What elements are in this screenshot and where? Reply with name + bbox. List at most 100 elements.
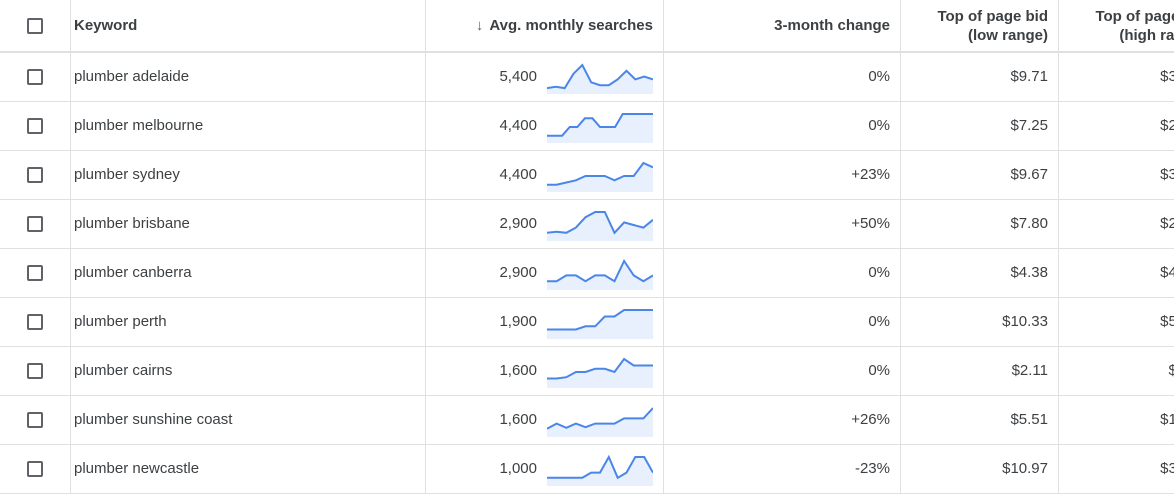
- keyword-text: plumber melbourne: [74, 117, 204, 134]
- keyword-text: plumber brisbane: [74, 215, 190, 232]
- table-row[interactable]: plumber melbourne 4,400 0% $7.25 $29.00: [0, 101, 1174, 151]
- avg-monthly-searches-value: 4,400: [499, 117, 537, 134]
- column-header-avg-monthly-searches[interactable]: ↓ Avg. monthly searches: [425, 0, 664, 53]
- bid-high-cell: $38.97: [1058, 150, 1174, 200]
- bid-high-value: $38.97: [1160, 166, 1174, 183]
- column-header-bid-low[interactable]: Top of page bid (low range): [900, 0, 1059, 53]
- table-row[interactable]: plumber cairns 1,600 0% $2.11 $6.68: [0, 346, 1174, 396]
- bid-high-value: $56.00: [1160, 313, 1174, 330]
- three-month-change-value: 0%: [868, 362, 890, 379]
- column-header-searches-label: Avg. monthly searches: [489, 17, 653, 34]
- bid-high-value: $29.00: [1160, 117, 1174, 134]
- keyword-cell: plumber cairns: [70, 346, 426, 396]
- table-row[interactable]: plumber adelaide 5,400 0% $9.71 $39.39: [0, 52, 1174, 102]
- change-cell: 0%: [663, 248, 901, 298]
- bid-low-value: $2.11: [1011, 362, 1048, 379]
- keyword-text: plumber newcastle: [74, 460, 200, 477]
- trend-sparkline[interactable]: [547, 403, 653, 437]
- bid-high-cell: $56.00: [1058, 297, 1174, 347]
- three-month-change-value: 0%: [868, 264, 890, 281]
- table-row[interactable]: plumber canberra 2,900 0% $4.38 $44.30: [0, 248, 1174, 298]
- sparkline-svg: [547, 258, 653, 290]
- table-row[interactable]: plumber sunshine coast 1,600 +26% $5.51 $14.…: [0, 395, 1174, 445]
- keyword-text: plumber cairns: [74, 362, 173, 379]
- sparkline-svg: [547, 112, 653, 143]
- sparkline-area: [547, 162, 653, 192]
- sparkline-area: [547, 113, 653, 143]
- keyword-text: plumber sydney: [74, 166, 180, 183]
- keyword-cell: plumber sunshine coast: [70, 395, 426, 445]
- row-checkbox[interactable]: [27, 314, 43, 331]
- row-checkbox[interactable]: [27, 167, 43, 184]
- avg-monthly-searches-value: 2,900: [499, 264, 537, 281]
- row-checkbox[interactable]: [27, 118, 43, 135]
- bid-low-cell: $9.67: [900, 150, 1059, 200]
- searches-cell: 5,400: [425, 52, 664, 102]
- change-cell: +26%: [663, 395, 901, 445]
- row-checkbox[interactable]: [27, 265, 43, 282]
- trend-sparkline[interactable]: [547, 158, 653, 192]
- bid-low-cell: $7.25: [900, 101, 1059, 151]
- bid-high-value: $25.89: [1160, 215, 1174, 232]
- sparkline-area: [547, 407, 653, 437]
- keyword-text: plumber canberra: [74, 264, 192, 281]
- keyword-text: plumber adelaide: [74, 68, 190, 86]
- sparkline-svg: [547, 454, 653, 486]
- column-header-change-label: 3-month change: [774, 17, 890, 34]
- bid-low-cell: $10.33: [900, 297, 1059, 347]
- table-row[interactable]: plumber sydney 4,400 +23% $9.67 $38.97: [0, 150, 1174, 200]
- bid-high-value: $39.39: [1160, 68, 1174, 86]
- bid-low-value: $7.80: [1010, 215, 1048, 232]
- bid-high-cell: $6.68: [1058, 346, 1174, 396]
- bid-high-cell: $29.00: [1058, 101, 1174, 151]
- table-row[interactable]: plumber perth 1,900 0% $10.33 $56.00: [0, 297, 1174, 347]
- trend-sparkline[interactable]: [547, 256, 653, 290]
- avg-monthly-searches-value: 1,600: [499, 362, 537, 379]
- searches-cell: 1,600: [425, 346, 664, 396]
- row-select-cell: [0, 52, 71, 102]
- column-header-bid-high[interactable]: Top of page bid(high range): [1058, 0, 1174, 53]
- bid-low-cell: $2.11: [900, 346, 1059, 396]
- bid-high-label-line1: Top of page bid: [1095, 7, 1174, 25]
- row-checkbox[interactable]: [27, 412, 43, 429]
- row-checkbox[interactable]: [27, 461, 43, 478]
- trend-sparkline[interactable]: [547, 109, 653, 143]
- select-all-cell: [0, 0, 71, 53]
- row-select-cell: [0, 150, 71, 200]
- row-checkbox[interactable]: [27, 69, 43, 86]
- row-select-cell: [0, 297, 71, 347]
- bid-low-label-line1: Top of page bid: [937, 7, 1048, 25]
- trend-sparkline[interactable]: [547, 60, 653, 94]
- bid-low-value: $10.97: [1002, 460, 1048, 477]
- column-header-3-month-change[interactable]: 3-month change: [663, 0, 901, 53]
- trend-sparkline[interactable]: [547, 354, 653, 388]
- trend-sparkline[interactable]: [547, 305, 653, 339]
- searches-cell: 4,400: [425, 150, 664, 200]
- column-header-keyword[interactable]: Keyword: [70, 0, 426, 53]
- bid-high-label-line2: (high range): [1119, 26, 1174, 44]
- sparkline-svg: [547, 406, 653, 437]
- sparkline-area: [547, 358, 653, 388]
- three-month-change-value: -23%: [854, 460, 890, 477]
- select-all-checkbox[interactable]: [27, 18, 43, 35]
- table-row[interactable]: plumber brisbane 2,900 +50% $7.80 $25.89: [0, 199, 1174, 249]
- three-month-change-value: 0%: [868, 313, 890, 330]
- avg-monthly-searches-value: 1,000: [499, 460, 537, 477]
- bid-low-value: $9.71: [1010, 68, 1048, 86]
- keyword-cell: plumber adelaide: [70, 52, 426, 102]
- arrow-down-icon: ↓: [475, 17, 484, 34]
- row-select-cell: [0, 346, 71, 396]
- keyword-cell: plumber canberra: [70, 248, 426, 298]
- searches-cell: 1,900: [425, 297, 664, 347]
- avg-monthly-searches-value: 2,900: [499, 215, 537, 232]
- row-checkbox[interactable]: [27, 216, 43, 233]
- bid-high-cell: $39.39: [1058, 52, 1174, 102]
- bid-high-cell: $33.73: [1058, 444, 1174, 494]
- row-checkbox[interactable]: [27, 363, 43, 380]
- trend-sparkline[interactable]: [547, 207, 653, 241]
- trend-sparkline[interactable]: [547, 452, 653, 486]
- column-header-keyword-label: Keyword: [74, 17, 138, 34]
- row-select-cell: [0, 395, 71, 445]
- table-row[interactable]: plumber newcastle 1,000 -23% $10.97 $33.73: [0, 444, 1174, 494]
- keyword-text: plumber perth: [74, 313, 167, 330]
